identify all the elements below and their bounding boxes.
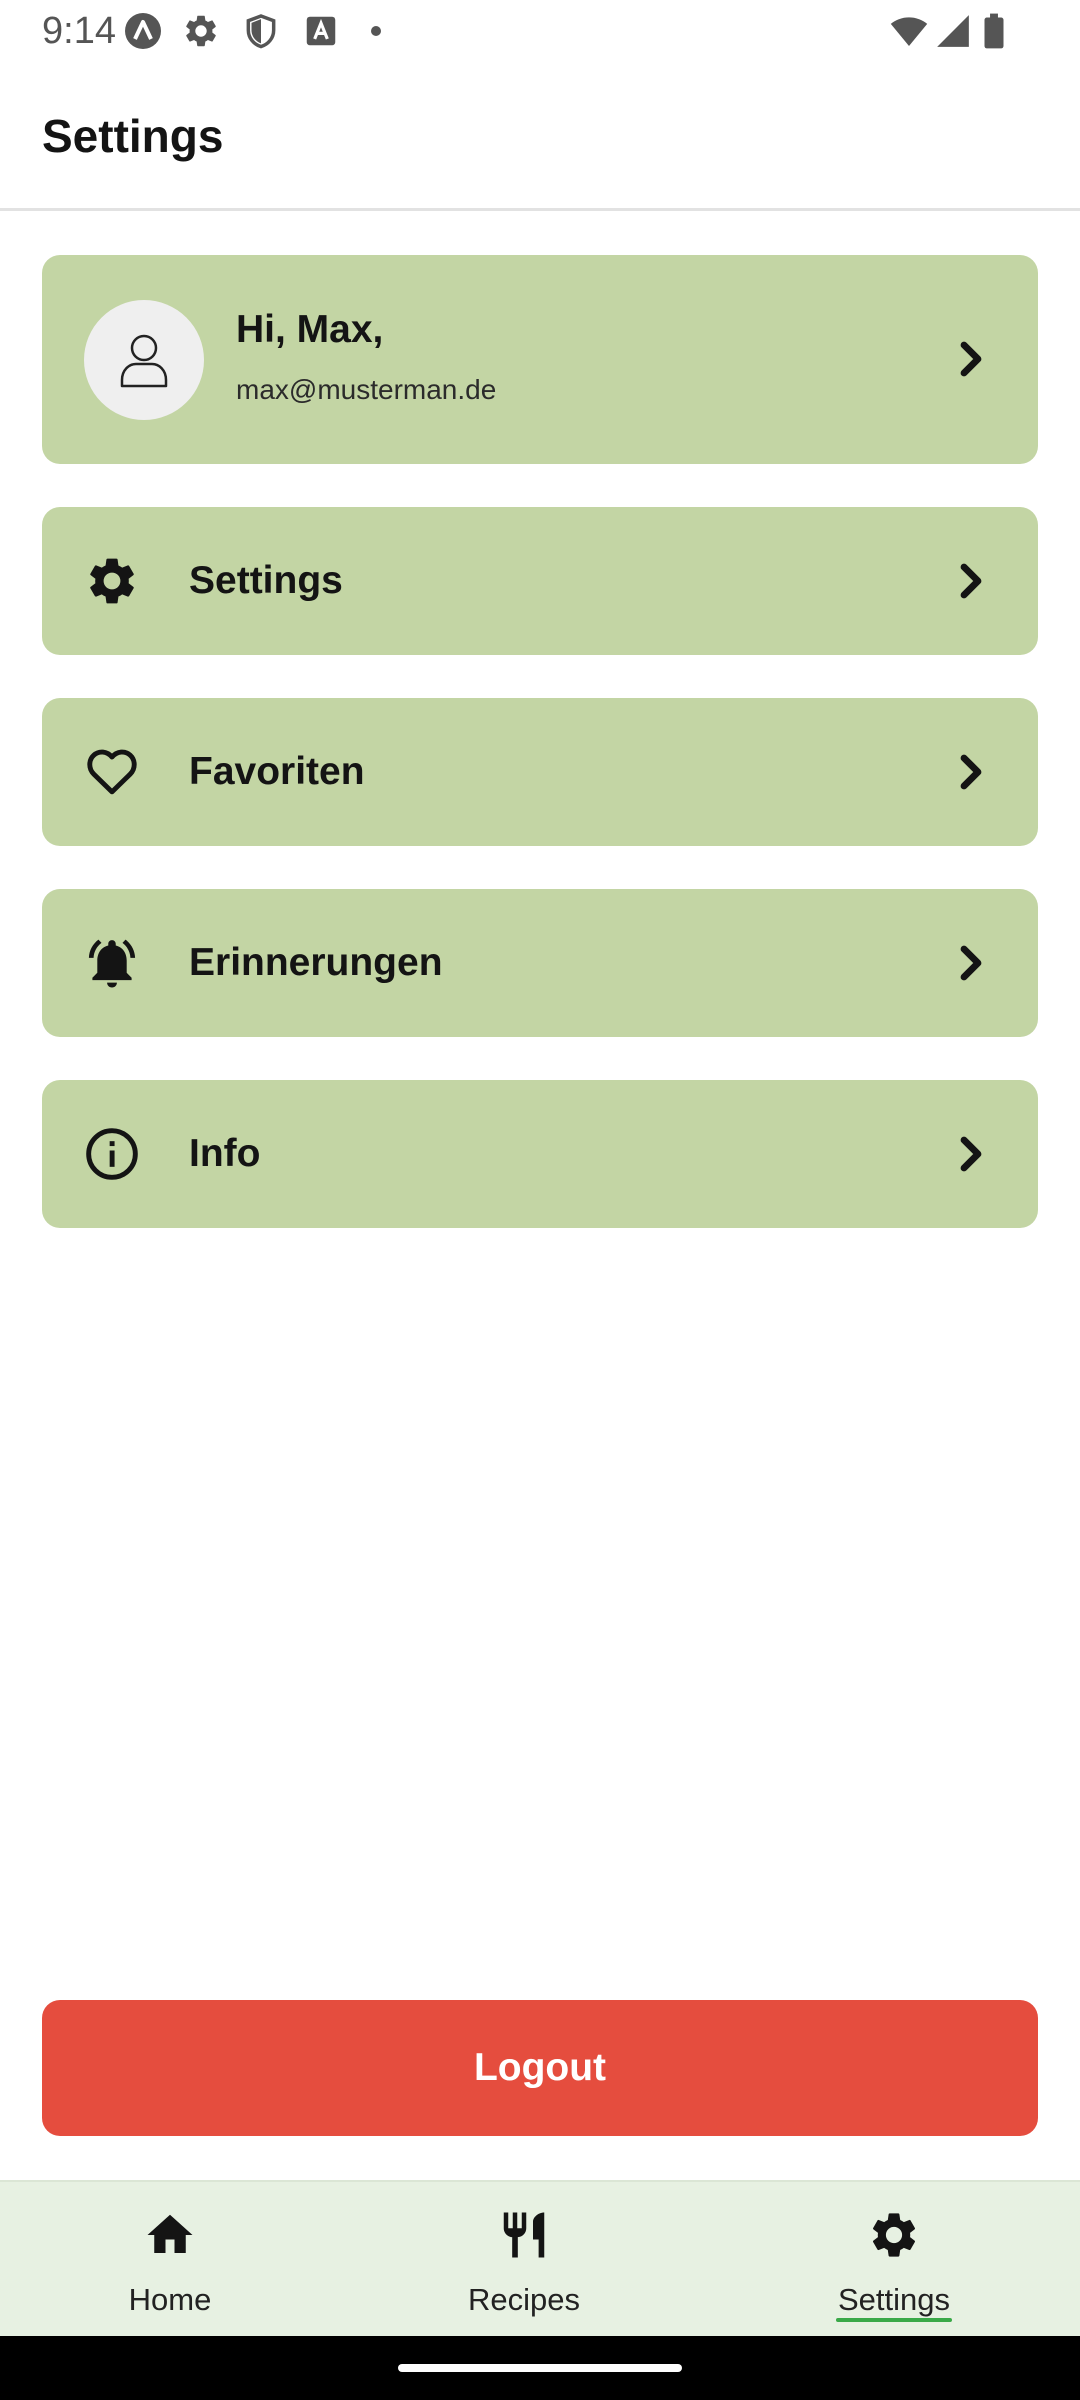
system-nav-bar bbox=[0, 2336, 1080, 2400]
gear-icon bbox=[186, 15, 216, 47]
menu-item-label: Erinnerungen bbox=[189, 941, 443, 984]
battery-icon bbox=[984, 13, 1004, 49]
nav-label: Home bbox=[128, 2282, 212, 2317]
info-icon bbox=[86, 1128, 138, 1180]
home-icon bbox=[147, 2214, 193, 2253]
nav-label: Recipes bbox=[468, 2282, 580, 2317]
menu-item-settings[interactable]: Settings bbox=[42, 507, 1038, 655]
chevron-right-icon bbox=[960, 754, 982, 790]
menu-item-label: Favoriten bbox=[189, 750, 365, 793]
active-tab-indicator bbox=[836, 2318, 952, 2322]
shield-icon bbox=[246, 14, 276, 49]
chevron-right-icon bbox=[960, 945, 982, 981]
logout-button[interactable]: Logout bbox=[42, 2000, 1038, 2136]
nav-item-recipes[interactable]: Recipes bbox=[394, 2182, 654, 2338]
signal-icon bbox=[937, 15, 969, 47]
profile-greeting: Hi, Max, bbox=[236, 308, 384, 351]
menu-item-erinnerungen[interactable]: Erinnerungen bbox=[42, 889, 1038, 1037]
app-a-icon bbox=[125, 13, 161, 49]
bottom-nav: Home Recipes Settings bbox=[0, 2180, 1080, 2336]
chevron-right-icon bbox=[960, 341, 982, 377]
chevron-right-icon bbox=[960, 563, 982, 599]
page-title: Settings bbox=[42, 110, 224, 162]
wifi-icon bbox=[890, 17, 928, 47]
chevron-right-icon bbox=[960, 1136, 982, 1172]
home-gesture-handle[interactable] bbox=[398, 2364, 682, 2372]
menu-item-info[interactable]: Info bbox=[42, 1080, 1038, 1228]
gear-icon bbox=[872, 2213, 916, 2257]
fork-knife-icon bbox=[503, 2212, 545, 2258]
menu-item-label: Settings bbox=[189, 559, 343, 602]
menu-item-favoriten[interactable]: Favoriten bbox=[42, 698, 1038, 846]
nav-item-settings[interactable]: Settings bbox=[764, 2182, 1024, 2338]
notification-dot-icon bbox=[371, 26, 381, 36]
nav-label: Settings bbox=[837, 2282, 950, 2317]
user-icon bbox=[120, 334, 168, 388]
settings-screen: 9:14 Settings Hi, Max, max@musterman.de … bbox=[0, 0, 1080, 2400]
app-bar: Settings bbox=[0, 63, 1080, 211]
font-icon bbox=[306, 16, 336, 46]
profile-card[interactable]: Hi, Max, max@musterman.de bbox=[42, 255, 1038, 464]
status-time: 9:14 bbox=[42, 10, 116, 52]
gear-icon bbox=[90, 558, 134, 604]
heart-icon bbox=[87, 749, 137, 795]
bell-icon bbox=[88, 939, 136, 988]
profile-email: max@musterman.de bbox=[236, 374, 497, 405]
avatar bbox=[84, 300, 204, 420]
nav-item-home[interactable]: Home bbox=[40, 2182, 300, 2338]
menu-item-label: Info bbox=[189, 1132, 261, 1175]
status-bar: 9:14 bbox=[0, 0, 1080, 63]
